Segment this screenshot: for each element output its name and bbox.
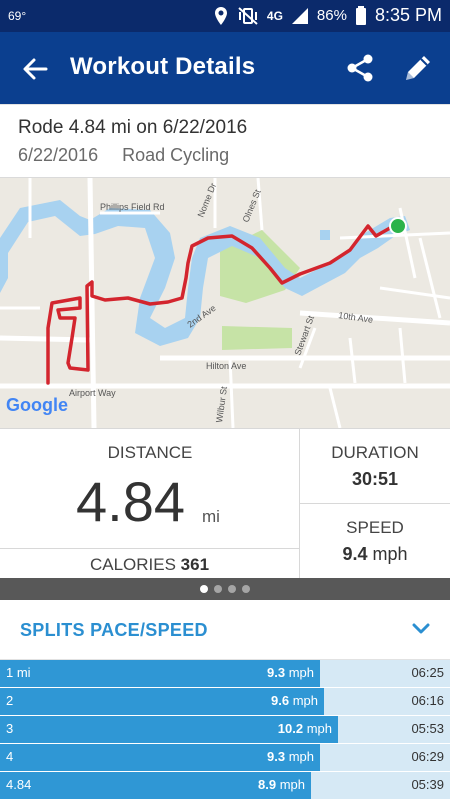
split-time: 05:39 — [411, 777, 444, 792]
splits-title: SPLITS PACE/SPEED — [20, 620, 208, 640]
status-bar: 69° 4G 86% 8:35 PM — [0, 0, 450, 32]
split-row: 3 10.2 mph 05:53 — [0, 716, 450, 743]
speed-value: 9.4 — [342, 544, 368, 564]
split-row: 2 9.6 mph 06:16 — [0, 688, 450, 715]
workout-date: 6/22/2016 — [18, 145, 99, 165]
split-time: 06:16 — [411, 693, 444, 708]
google-logo: Google — [6, 395, 68, 415]
activity-type: Road Cycling — [122, 145, 230, 165]
split-row: 4.84 8.9 mph 05:39 — [0, 772, 450, 799]
signal-icon — [291, 7, 308, 24]
stats-panel: DISTANCE 4.84 mi CALORIES 361 DURATION 3… — [0, 428, 450, 579]
duration-speed-column: DURATION 30:51 SPEED 9.4 mph — [300, 429, 450, 579]
calories-box: CALORIES 361 — [0, 549, 300, 579]
battery-icon — [355, 5, 366, 25]
distance-box: DISTANCE 4.84 mi — [0, 429, 300, 549]
edit-pencil-icon[interactable] — [402, 52, 434, 84]
split-row: 4 9.3 mph 06:29 — [0, 744, 450, 771]
split-mile: 4.84 — [6, 777, 32, 792]
split-time: 06:29 — [411, 749, 444, 764]
split-mile: 2 — [6, 693, 14, 708]
page-title: Workout Details — [70, 53, 256, 80]
split-time: 05:53 — [411, 721, 444, 736]
split-speed: 9.6 mph — [271, 693, 318, 708]
duration-box: DURATION 30:51 — [300, 429, 450, 504]
vibrate-mute-icon — [238, 6, 258, 25]
speed-label: SPEED — [346, 518, 404, 537]
workout-headline: Rode 4.84 mi on 6/22/2016 — [18, 117, 248, 138]
speed-box: SPEED 9.4 mph — [300, 504, 450, 579]
back-arrow-icon[interactable] — [20, 54, 50, 84]
splits-list: 1 mi 9.3 mph 06:25 2 9.6 mph 06:16 3 10.… — [0, 660, 450, 800]
splits-section-header[interactable]: SPLITS PACE/SPEED — [0, 600, 450, 660]
distance-unit: mi — [202, 507, 220, 526]
route-end-marker — [389, 217, 407, 235]
distance-value: 4.84 — [76, 470, 185, 533]
distance-label: DISTANCE — [107, 443, 193, 462]
clock-text: 8:35 PM — [374, 5, 442, 25]
page-dot[interactable] — [228, 585, 236, 593]
page-indicator — [0, 578, 450, 600]
split-speed: 8.9 mph — [258, 777, 305, 792]
page-dot[interactable] — [200, 585, 208, 593]
split-speed: 9.3 mph — [267, 749, 314, 764]
workout-summary: Rode 4.84 mi on 6/22/2016 6/22/2016 Road … — [0, 104, 450, 178]
chevron-down-icon[interactable] — [412, 622, 430, 636]
street-label: Phillips Field Rd — [100, 202, 165, 212]
split-row: 1 mi 9.3 mph 06:25 — [0, 660, 450, 687]
split-speed: 9.3 mph — [267, 665, 314, 680]
split-mile: 1 mi — [6, 665, 31, 680]
split-time: 06:25 — [411, 665, 444, 680]
share-icon[interactable] — [344, 52, 376, 84]
route-map[interactable]: Phillips Field Rd Nome Dr Olnes St 2nd A… — [0, 178, 450, 428]
park-area — [222, 326, 292, 350]
split-mile: 4 — [6, 749, 14, 764]
map-canvas[interactable]: Phillips Field Rd Nome Dr Olnes St 2nd A… — [0, 178, 450, 428]
network-type-text: 4G — [266, 8, 283, 23]
split-speed: 10.2 mph — [277, 721, 332, 736]
duration-label: DURATION — [331, 443, 419, 462]
location-icon — [214, 6, 227, 25]
street-label: Airport Way — [69, 388, 116, 398]
app-bar: Workout Details — [0, 32, 450, 104]
split-mile: 3 — [6, 721, 14, 736]
calories-label: CALORIES — [89, 555, 176, 574]
temperature-text: 69° — [8, 9, 27, 23]
duration-value: 30:51 — [351, 469, 399, 489]
page-dot[interactable] — [242, 585, 250, 593]
battery-percent-text: 86% — [316, 7, 347, 24]
page-dot[interactable] — [214, 585, 222, 593]
workout-subline: 6/22/2016 Road Cycling — [18, 145, 229, 166]
speed-unit: mph — [372, 544, 408, 564]
calories-value: 361 — [180, 555, 210, 574]
street-label: Hilton Ave — [206, 361, 246, 371]
